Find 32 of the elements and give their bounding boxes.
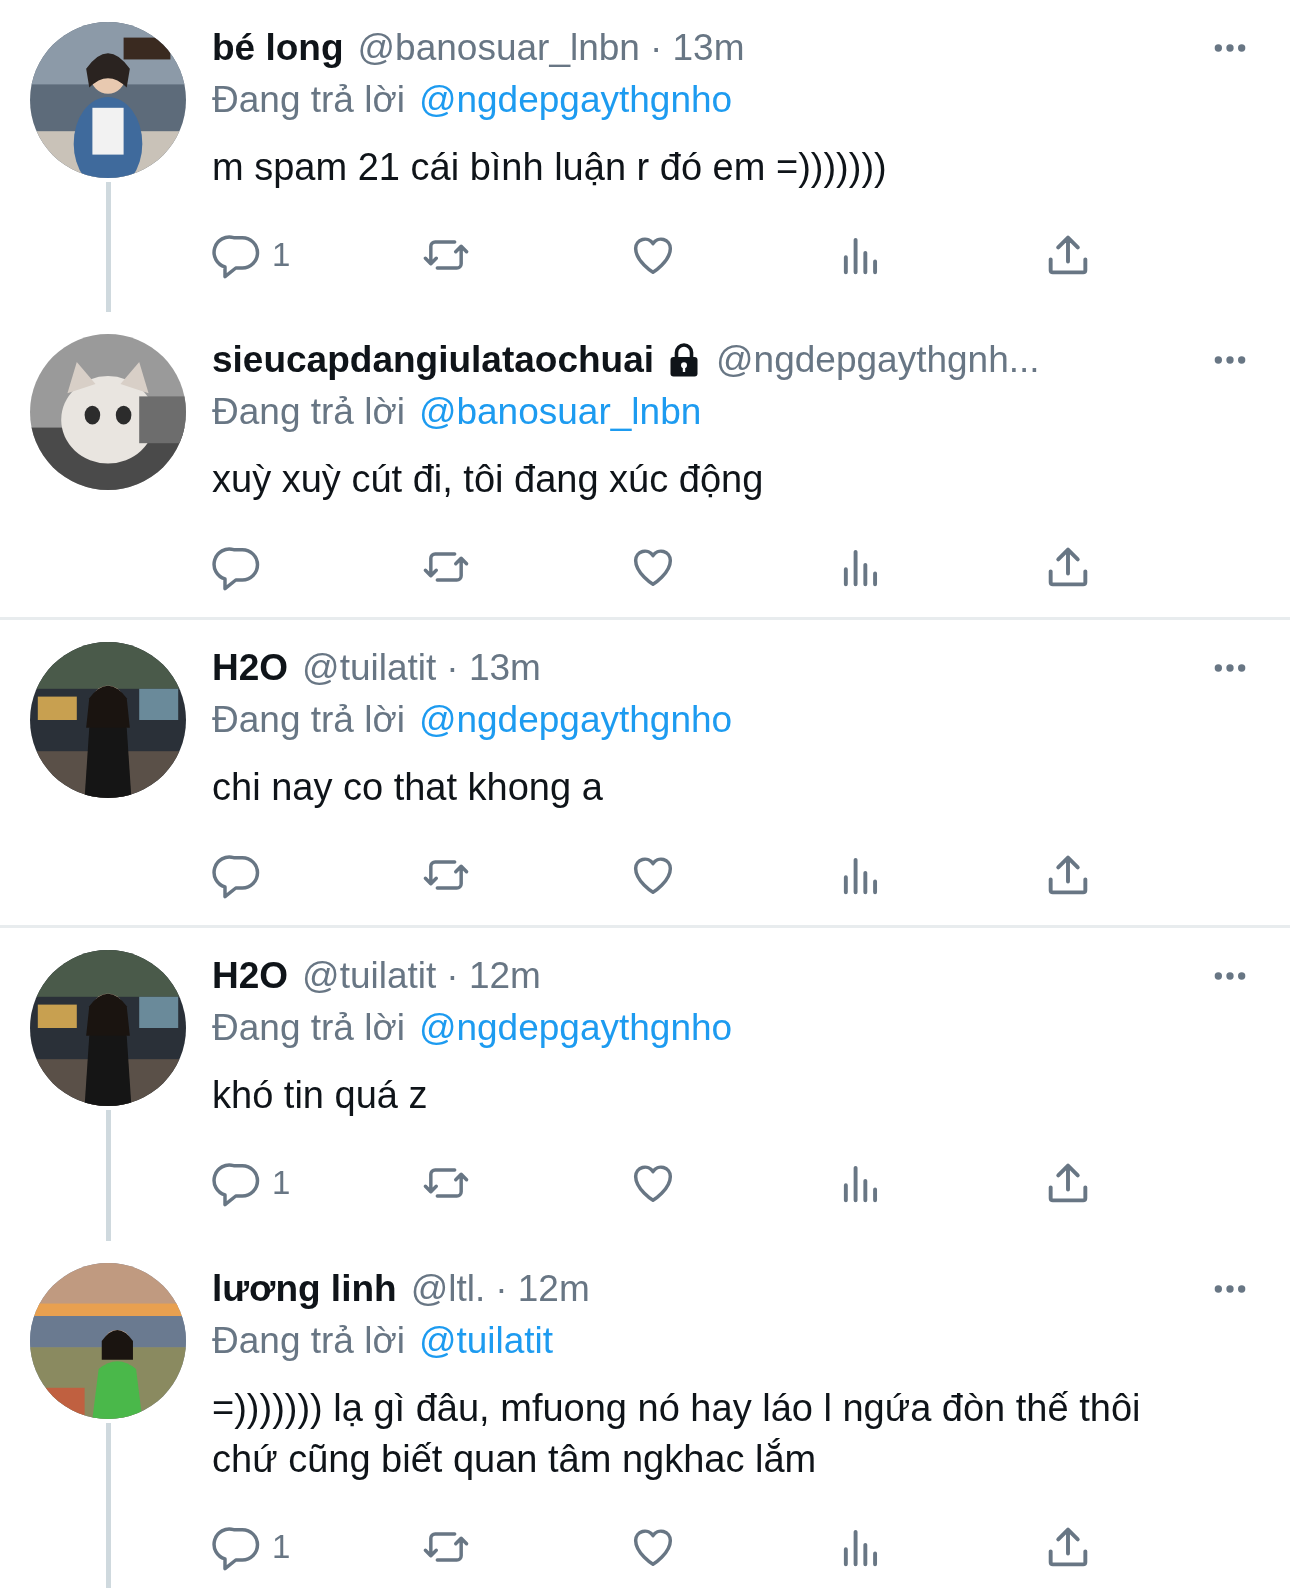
user-handle[interactable]: @ltl. <box>410 1263 486 1315</box>
tweet-text: =))))))) lạ gì đâu, mfuong nó hay láo l ngứa đòn thế thôi chứ cũng biết quan tâm ngkhac lắm <box>212 1386 1142 1482</box>
user-handle[interactable]: @tuilatit <box>302 950 437 1002</box>
mention-link[interactable]: @ngdepgaythgnho <box>418 79 733 120</box>
mention-link[interactable]: @ngdepgaythgnho <box>418 699 733 740</box>
replying-label: Đang trả lời <box>212 1007 405 1048</box>
replying-label: Đang trả lời <box>212 699 405 740</box>
replying-label: Đang trả lời <box>212 391 405 432</box>
display-name[interactable]: lương linh <box>212 1263 397 1315</box>
replying-label: Đang trả lời <box>212 79 405 120</box>
tweet-text: m spam 21 cái bình luận r đó em =))))))) <box>212 145 888 190</box>
user-handle[interactable]: @ngdepgaythgnh... <box>716 334 1040 386</box>
timestamp: · 12m <box>446 954 541 998</box>
user-handle[interactable]: @tuilatit <box>302 642 437 694</box>
mention-link[interactable]: @ngdepgaythgnho <box>418 1007 733 1048</box>
display-name[interactable]: H2O <box>212 950 289 1002</box>
replying-label: Đang trả lời <box>212 1320 405 1361</box>
tweet-text: chi nay co that khong a <box>212 765 604 810</box>
reply-count: 1 <box>272 1528 291 1566</box>
timestamp: · 13m <box>446 646 541 690</box>
timestamp: · 13m <box>649 26 745 70</box>
reply-count: 1 <box>272 1164 291 1202</box>
tweet-text: xuỳ xuỳ cút đi, tôi đang xúc động <box>212 457 765 502</box>
display-name[interactable]: sieucapdangiulataochuai <box>212 334 655 386</box>
user-handle[interactable]: @banosuar_lnbn <box>357 22 640 74</box>
tweet-text: khó tin quá z <box>212 1073 429 1118</box>
timestamp: · 12m <box>495 1267 590 1311</box>
mention-link[interactable]: @banosuar_lnbn <box>418 391 702 432</box>
display-name[interactable]: bé long <box>212 22 344 74</box>
display-name[interactable]: H2O <box>212 642 289 694</box>
reply-count: 1 <box>272 236 291 274</box>
mention-link[interactable]: @tuilatit <box>418 1320 554 1361</box>
